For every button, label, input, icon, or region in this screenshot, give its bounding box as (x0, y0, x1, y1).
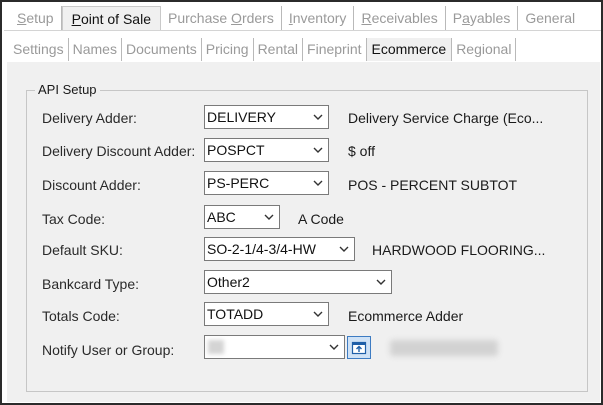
tab-point-of-sale[interactable]: Point of Sale (61, 6, 161, 30)
bankcard-type-label: Bankcard Type: (42, 276, 140, 292)
lookup-icon (351, 341, 367, 355)
tab-general[interactable]: General (518, 6, 582, 30)
tax-code-description: A Code (298, 211, 344, 227)
subtab-regional[interactable]: Regional (452, 38, 517, 61)
default-sku-combo[interactable]: SO-2-1/4-3/4-HW (204, 237, 355, 261)
notify-user-combo[interactable] (204, 335, 345, 359)
chevron-down-icon (313, 147, 323, 153)
subtab-ecommerce[interactable]: Ecommerce (366, 38, 453, 61)
chevron-down-icon (313, 180, 323, 186)
subtab-rental[interactable]: Rental (254, 38, 304, 61)
subtab-settings[interactable]: Settings (4, 38, 69, 61)
redacted-value (208, 340, 224, 354)
totals-code-combo[interactable]: TOTADD (204, 302, 329, 326)
subtab-pricing[interactable]: Pricing (202, 38, 254, 61)
totals-code-label: Totals Code: (42, 308, 120, 324)
window-frame: Setup Point of Sale Purchase Orders Inve… (0, 0, 603, 405)
subtab-documents[interactable]: Documents (122, 38, 202, 61)
primary-tab-bar: Setup Point of Sale Purchase Orders Inve… (4, 6, 601, 30)
discount-adder-description: POS - PERCENT SUBTOT (348, 177, 518, 193)
tab-inventory[interactable]: Inventory (282, 6, 355, 30)
lookup-button[interactable] (347, 336, 371, 359)
delivery-discount-adder-combo[interactable]: POSPCT (204, 138, 329, 162)
tab-payables[interactable]: Payables (446, 6, 519, 30)
secondary-tab-bar: Settings Names Documents Pricing Rental … (4, 38, 601, 61)
totals-code-description: Ecommerce Adder (348, 308, 464, 324)
bankcard-type-combo[interactable]: Other2 (204, 270, 392, 294)
redacted-description (390, 340, 498, 356)
delivery-discount-adder-label: Delivery Discount Adder: (42, 143, 196, 159)
subtab-names[interactable]: Names (69, 38, 122, 61)
tab-purchase-orders[interactable]: Purchase Orders (161, 6, 282, 30)
delivery-adder-label: Delivery Adder: (42, 110, 137, 126)
chevron-down-icon (313, 114, 323, 120)
delivery-discount-adder-description: $ off (348, 143, 375, 159)
tab-content: API Setup Delivery Adder: DELIVERY Deliv… (7, 62, 600, 402)
chevron-down-icon (329, 344, 339, 350)
delivery-adder-combo[interactable]: DELIVERY (204, 105, 329, 129)
tax-code-combo[interactable]: ABC (204, 205, 280, 229)
chevron-down-icon (264, 214, 274, 220)
chevron-down-icon (376, 279, 386, 285)
chevron-down-icon (339, 246, 349, 252)
subtab-fineprint[interactable]: Fineprint (303, 38, 367, 61)
tab-setup[interactable]: Setup (4, 6, 62, 30)
group-title: API Setup (35, 82, 100, 97)
tab-receivables[interactable]: Receivables (354, 6, 446, 30)
delivery-adder-description: Delivery Service Charge (Eco... (348, 110, 544, 126)
discount-adder-combo[interactable]: PS-PERC (204, 171, 329, 195)
default-sku-label: Default SKU: (42, 242, 123, 258)
notify-user-label: Notify User or Group: (42, 342, 175, 358)
default-sku-description: HARDWOOD FLOORING... (372, 242, 546, 258)
tab-divider (4, 30, 601, 31)
tax-code-label: Tax Code: (42, 211, 106, 227)
chevron-down-icon (313, 311, 323, 317)
discount-adder-label: Discount Adder: (42, 177, 141, 193)
